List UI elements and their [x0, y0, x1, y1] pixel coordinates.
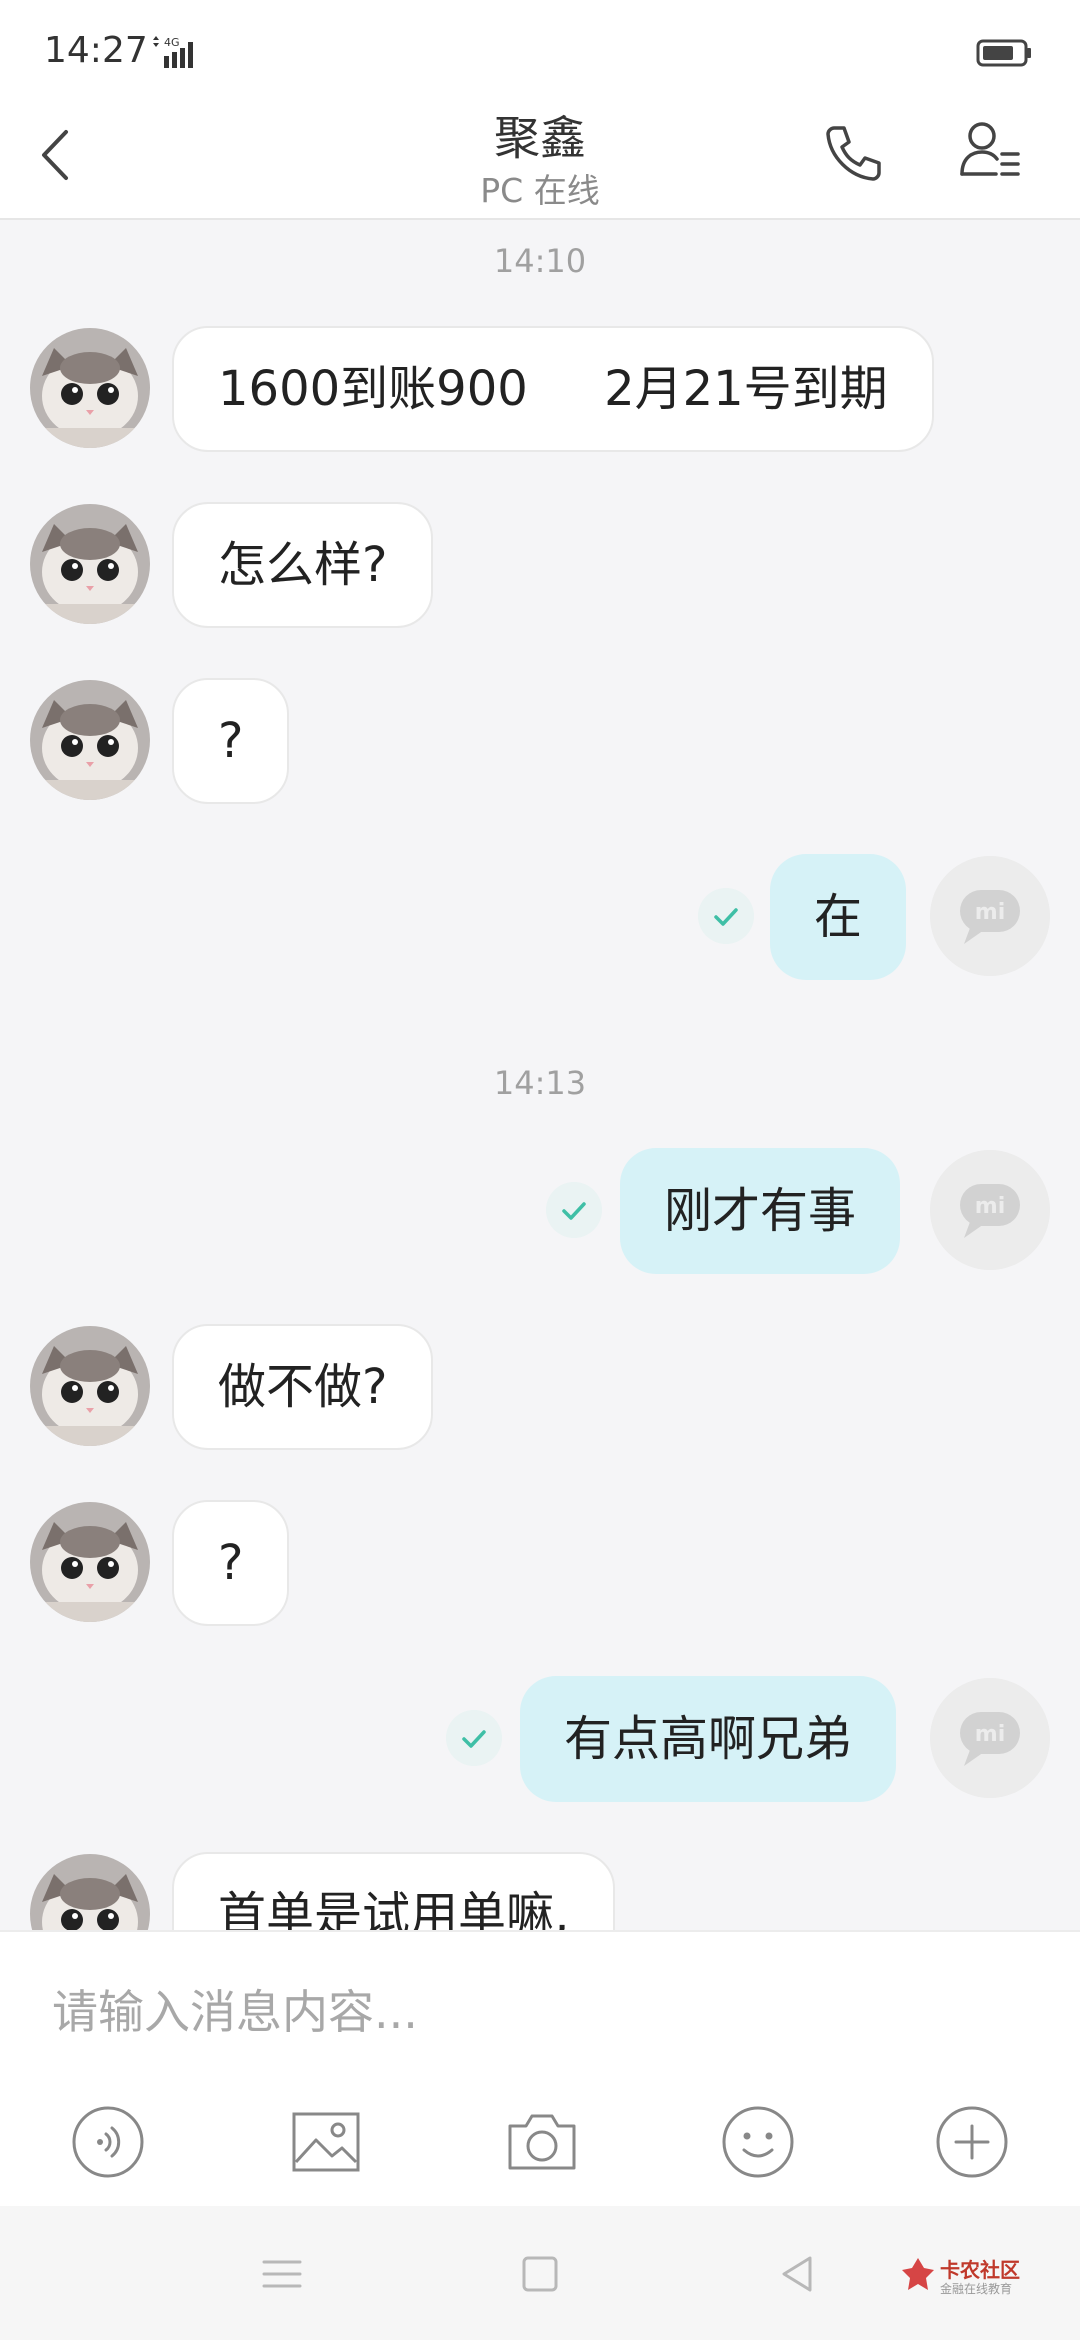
back-nav-icon[interactable] — [774, 2250, 822, 2298]
mi-user-avatar[interactable]: mi — [930, 1678, 1050, 1798]
watermark-icon — [902, 2258, 934, 2290]
read-check-icon — [446, 1710, 502, 1766]
network-label: 4G — [164, 36, 180, 49]
incoming-message[interactable]: 怎么样? — [172, 502, 434, 628]
composer — [0, 1930, 1080, 2206]
incoming-message[interactable]: 1600到账900 2月21号到期 — [172, 326, 934, 452]
svg-text:mi: mi — [975, 1194, 1005, 1219]
message-timestamp: 14:13 — [493, 1064, 587, 1102]
message-input[interactable] — [52, 1972, 1032, 2052]
outgoing-message[interactable]: 刚才有事 — [620, 1148, 901, 1274]
status-time: 14:27 — [44, 30, 148, 71]
contact-avatar[interactable] — [30, 328, 150, 448]
phone-call-button[interactable] — [818, 118, 888, 188]
incoming-message[interactable]: 做不做? — [172, 1324, 434, 1450]
contact-avatar[interactable] — [30, 1326, 150, 1446]
system-nav-bar: 卡农社区 金融在线教育 — [0, 2206, 1080, 2340]
emoji-icon[interactable] — [720, 2104, 796, 2180]
read-check-icon — [698, 888, 754, 944]
contact-avatar[interactable] — [30, 680, 150, 800]
signal-4g-icon: 4G — [153, 36, 193, 68]
watermark-subtext: 金融在线教育 — [940, 2282, 1013, 2296]
incoming-message[interactable]: ? — [172, 1500, 290, 1626]
mi-user-avatar[interactable]: mi — [930, 856, 1050, 976]
contact-name: 聚鑫 — [494, 111, 586, 165]
watermark-logo: 卡农社区 金融在线教育 — [900, 2252, 1070, 2300]
incoming-message[interactable]: ? — [172, 678, 290, 804]
mi-user-avatar[interactable]: mi — [930, 1150, 1050, 1270]
contact-avatar[interactable] — [30, 1502, 150, 1622]
chat-header: 聚鑫 PC 在线 — [0, 100, 1080, 220]
contact-avatar[interactable] — [30, 504, 150, 624]
svg-text:mi: mi — [975, 1722, 1005, 1747]
voice-icon[interactable] — [70, 2104, 146, 2180]
camera-icon[interactable] — [504, 2104, 580, 2180]
outgoing-message[interactable]: 有点高啊兄弟 — [520, 1676, 897, 1802]
message-timestamp: 14:10 — [493, 242, 587, 280]
read-check-icon — [546, 1182, 602, 1238]
online-status: PC 在线 — [480, 171, 600, 210]
image-icon[interactable] — [288, 2104, 364, 2180]
plus-icon[interactable] — [934, 2104, 1010, 2180]
outgoing-message[interactable]: 在 — [770, 854, 907, 980]
contact-avatar[interactable] — [30, 1854, 150, 1930]
incoming-message[interactable]: 首单是试用单嘛, — [172, 1852, 616, 1930]
status-bar: 14:27 4G — [0, 0, 1080, 100]
svg-text:mi: mi — [975, 900, 1005, 925]
battery-icon — [976, 39, 1031, 67]
home-icon[interactable] — [516, 2250, 564, 2298]
watermark-text: 卡农社区 — [940, 2258, 1020, 2282]
menu-icon[interactable] — [258, 2250, 306, 2298]
message-list[interactable]: 14:10 1600到账900 2月21号到期 怎么样? ? 在 mi 14:1… — [0, 222, 1080, 1930]
contact-info-button[interactable] — [956, 116, 1026, 186]
